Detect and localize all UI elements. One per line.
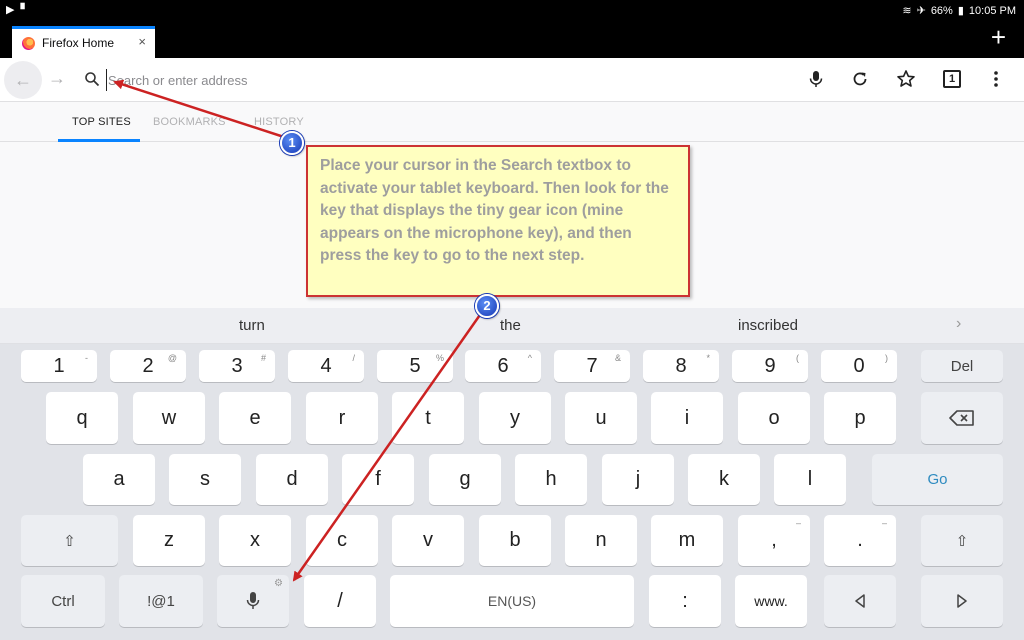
battery-level: 66% — [930, 4, 953, 17]
key-x[interactable]: x — [219, 515, 291, 566]
key-q[interactable]: q — [46, 392, 118, 444]
triangle-left-icon — [855, 594, 865, 608]
firefox-icon — [22, 37, 35, 50]
step-badge-2: 2 — [475, 294, 499, 318]
key-period[interactable]: . – — [824, 515, 896, 566]
flipboard-icon: ▘ — [20, 4, 29, 16]
clock: 10:05 PM — [968, 4, 1016, 17]
key-l[interactable]: l — [774, 454, 846, 505]
step-badge-1: 1 — [280, 131, 304, 155]
key-i[interactable]: i — [651, 392, 723, 444]
delete-key[interactable]: Del — [921, 350, 1003, 382]
forward-button[interactable]: → — [48, 68, 66, 89]
space-key[interactable]: EN(US) — [390, 575, 634, 627]
key-c[interactable]: c — [306, 515, 378, 566]
key-8[interactable]: 8 * — [643, 350, 719, 382]
key-a[interactable]: a — [83, 454, 155, 505]
key-w[interactable]: w — [133, 392, 205, 444]
new-tab-button[interactable]: + — [991, 22, 1006, 52]
close-icon[interactable]: × — [138, 34, 146, 49]
microphone-icon[interactable] — [805, 68, 827, 90]
url-toolbar: ← → 1 — [0, 58, 1024, 102]
back-button[interactable]: ← — [4, 61, 42, 99]
wifi-icon: ≋ — [902, 5, 912, 17]
cursor-right-key[interactable] — [921, 575, 1003, 627]
home-panel-tabs: TOP SITES BOOKMARKS HISTORY — [0, 102, 1024, 142]
key-o[interactable]: o — [738, 392, 810, 444]
key-v[interactable]: v — [392, 515, 464, 566]
key-d[interactable]: d — [256, 454, 328, 505]
keyboard-suggestion-bar: turn the inscribed › — [0, 308, 1024, 344]
key-2[interactable]: 2 @ — [110, 350, 186, 382]
ctrl-key[interactable]: Ctrl — [21, 575, 105, 627]
key-1[interactable]: 1- — [21, 350, 97, 382]
key-5[interactable]: 5% — [377, 350, 453, 382]
go-key[interactable]: Go — [872, 454, 1003, 505]
key-b[interactable]: b — [479, 515, 551, 566]
url-search-input[interactable] — [106, 69, 706, 91]
key-r[interactable]: r — [306, 392, 378, 444]
symbols-key[interactable]: !@1 — [119, 575, 203, 627]
microphone-icon — [246, 592, 260, 609]
www-key[interactable]: www. — [735, 575, 807, 627]
tabs-counter-button[interactable]: 1 — [943, 70, 961, 88]
key-g[interactable]: g — [429, 454, 501, 505]
key-t[interactable]: t — [392, 392, 464, 444]
search-icon — [85, 72, 100, 87]
triangle-right-icon — [957, 594, 967, 608]
suggestion-item[interactable]: inscribed — [738, 317, 798, 334]
shift-right-key[interactable]: ⇧ — [921, 515, 1003, 566]
key-n[interactable]: n — [565, 515, 637, 566]
shift-icon: ⇧ — [63, 532, 76, 550]
tab-history[interactable]: HISTORY — [254, 116, 304, 128]
key-colon[interactable]: : — [649, 575, 721, 627]
key-s[interactable]: s — [169, 454, 241, 505]
key-j[interactable]: j — [602, 454, 674, 505]
key-e[interactable]: e — [219, 392, 291, 444]
key-6[interactable]: 6 ^ — [465, 350, 541, 382]
battery-icon: ▮ — [957, 5, 964, 17]
key-h[interactable]: h — [515, 454, 587, 505]
reload-icon[interactable] — [849, 68, 871, 90]
menu-icon[interactable] — [985, 68, 1007, 90]
instruction-callout: Place your cursor in the Search textbox … — [306, 145, 690, 297]
key-p[interactable]: p — [824, 392, 896, 444]
status-bar: ▶ ▘ ≋ ✈ 66% ▮ 10:05 PM — [0, 0, 1024, 20]
key-u[interactable]: u — [565, 392, 637, 444]
tab-top-sites[interactable]: TOP SITES — [72, 116, 131, 128]
key-0[interactable]: 0) — [821, 350, 897, 382]
microphone-key[interactable]: ⚙ — [217, 575, 289, 627]
shift-left-key[interactable]: ⇧ — [21, 515, 118, 566]
shift-icon: ⇧ — [955, 532, 969, 550]
onscreen-keyboard: 1- 2 @ 3 # 4/ 5% 6 ^ 7 & 8 * 9( 0) Del q w e … — [0, 344, 1024, 640]
tab-bookmarks[interactable]: BOOKMARKS — [153, 116, 226, 128]
key-4[interactable]: 4/ — [288, 350, 364, 382]
backspace-key[interactable] — [921, 392, 1003, 444]
key-f[interactable]: f — [342, 454, 414, 505]
key-k[interactable]: k — [688, 454, 760, 505]
bookmark-star-icon[interactable] — [895, 68, 917, 90]
key-slash[interactable]: / — [304, 575, 376, 627]
cursor-left-key[interactable] — [824, 575, 896, 627]
key-9[interactable]: 9( — [732, 350, 808, 382]
suggestion-item[interactable]: the — [500, 317, 521, 334]
tab-strip: Firefox Home × + — [0, 20, 1024, 58]
tab-title: Firefox Home — [42, 36, 115, 50]
key-z[interactable]: z — [133, 515, 205, 566]
key-y[interactable]: y — [479, 392, 551, 444]
chevron-right-icon[interactable]: › — [956, 315, 961, 333]
play-icon: ▶ — [6, 4, 15, 16]
key-7[interactable]: 7 & — [554, 350, 630, 382]
key-comma[interactable]: , – — [738, 515, 810, 566]
gear-icon: ⚙ — [274, 578, 283, 589]
key-m[interactable]: m — [651, 515, 723, 566]
suggestion-item[interactable]: turn — [239, 317, 265, 334]
tab-firefox-home[interactable]: Firefox Home × — [12, 26, 155, 58]
key-3[interactable]: 3 # — [199, 350, 275, 382]
airplane-icon: ✈ — [916, 5, 926, 17]
backspace-icon — [949, 410, 974, 426]
